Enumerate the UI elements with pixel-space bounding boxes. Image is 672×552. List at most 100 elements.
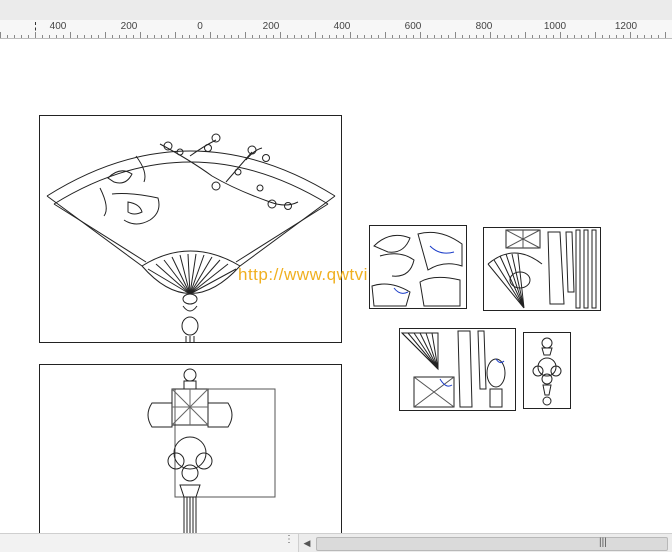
cut-piece-drawing-d: [532, 337, 562, 406]
ruler-tick: [196, 35, 197, 38]
ruler-tick: [56, 35, 57, 38]
ruler-tick: [105, 32, 106, 38]
ruler-tick: [602, 35, 603, 38]
ruler-tick: [140, 32, 141, 38]
ruler-tick: [581, 35, 582, 38]
ruler-tick: [623, 35, 624, 38]
knot-drawing: [147, 368, 276, 533]
ruler-tick: [357, 35, 358, 38]
cut-piece-panel-b[interactable]: [483, 227, 601, 311]
ruler-label: 600: [404, 21, 422, 32]
cut-piece-drawing-c: [400, 330, 506, 408]
ruler-tick: [217, 35, 218, 38]
cut-piece-panel-a[interactable]: [369, 225, 467, 309]
ruler-tick: [434, 35, 435, 38]
ruler-label: 400: [333, 21, 351, 32]
ruler-tick: [518, 35, 519, 38]
ruler-tick: [364, 35, 365, 38]
ruler-tick: [322, 35, 323, 38]
ruler-tick: [644, 35, 645, 38]
ruler-tick: [392, 35, 393, 38]
drawing-canvas[interactable]: http://www.qwtvip.cn: [0, 39, 672, 533]
ruler-tick: [77, 35, 78, 38]
ruler-tick: [658, 35, 659, 38]
page-navigator-area[interactable]: ⋮: [0, 534, 299, 552]
ruler-tick: [469, 35, 470, 38]
ruler-tick: [91, 35, 92, 38]
ruler-tick: [280, 32, 281, 38]
ruler-tick: [175, 32, 176, 38]
scroll-grip: |||: [599, 537, 607, 548]
cut-piece-drawing-a: [371, 231, 463, 307]
ruler-tick: [371, 35, 372, 38]
ruler-tick: [399, 35, 400, 38]
fan-design-panel[interactable]: [39, 115, 342, 343]
cut-piece-panel-d[interactable]: [523, 332, 571, 409]
ruler-tick: [203, 35, 204, 38]
cut-piece-panel-c[interactable]: [399, 328, 516, 411]
horizontal-ruler[interactable]: 400 200 0 200 400 600 800 1000 1200: [0, 20, 672, 39]
ruler-tick: [49, 35, 50, 38]
ruler-tick: [301, 35, 302, 38]
ruler-tick: [406, 35, 407, 38]
ruler-tick: [455, 32, 456, 38]
horizontal-scrollbar[interactable]: ⋮ ◀ |||: [0, 533, 672, 552]
ruler-tick: [665, 32, 666, 38]
ruler-tick: [441, 35, 442, 38]
ruler-tick: [252, 35, 253, 38]
ruler-tick: [133, 35, 134, 38]
ruler-tick: [224, 35, 225, 38]
ruler-tick: [630, 32, 631, 38]
ruler-tick: [350, 32, 351, 38]
ruler-tick: [329, 35, 330, 38]
ruler-tick: [497, 35, 498, 38]
ruler-label: 200: [262, 21, 280, 32]
ruler-tick: [525, 32, 526, 38]
ruler-tick: [448, 35, 449, 38]
ruler-tick: [7, 35, 8, 38]
ruler-tick: [70, 32, 71, 38]
ruler-tick: [98, 35, 99, 38]
ruler-tick: [28, 35, 29, 38]
ruler-tick: [546, 35, 547, 38]
ruler-tick: [147, 35, 148, 38]
ruler-tick: [14, 35, 15, 38]
ruler-tick: [112, 35, 113, 38]
ruler-tick: [385, 32, 386, 38]
ruler-tick: [259, 35, 260, 38]
scrollbar-thumb[interactable]: |||: [316, 537, 668, 551]
ruler-tick: [588, 35, 589, 38]
ruler-label: 400: [49, 21, 67, 32]
ruler-tick: [294, 35, 295, 38]
ruler-tick: [413, 35, 414, 38]
ruler-tick: [336, 35, 337, 38]
ruler-tick: [420, 32, 421, 38]
ruler-tick: [462, 35, 463, 38]
ruler-tick: [609, 35, 610, 38]
fan-drawing: [46, 133, 336, 342]
ruler-tick: [154, 35, 155, 38]
ruler-tick: [308, 35, 309, 38]
cut-piece-drawing-b: [487, 229, 597, 309]
ruler-tick: [553, 35, 554, 38]
scroll-grip-left: ⋮: [284, 534, 294, 545]
ruler-tick: [126, 35, 127, 38]
ruler-tick: [567, 35, 568, 38]
ruler-tick: [511, 35, 512, 38]
ruler-tick: [427, 35, 428, 38]
ruler-tick: [637, 35, 638, 38]
ruler-tick: [210, 32, 211, 38]
ruler-tick: [168, 35, 169, 38]
ruler-tick: [84, 35, 85, 38]
ruler-tick: [63, 35, 64, 38]
ruler-tick: [476, 35, 477, 38]
scroll-left-icon[interactable]: ◀: [300, 536, 314, 550]
knot-design-panel[interactable]: [39, 364, 342, 533]
ruler-tick: [266, 35, 267, 38]
ruler-label: 800: [475, 21, 493, 32]
ruler-tick: [504, 35, 505, 38]
top-toolbar: [0, 0, 672, 21]
ruler-tick: [161, 35, 162, 38]
ruler-tick: [287, 35, 288, 38]
ruler-tick: [245, 32, 246, 38]
